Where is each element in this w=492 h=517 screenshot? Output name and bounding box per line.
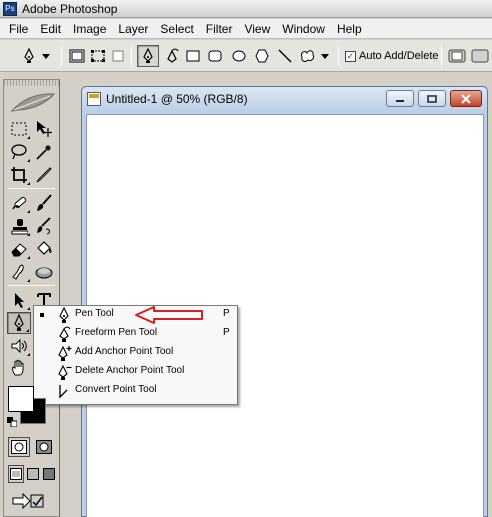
standard-screen-icon[interactable] xyxy=(8,465,24,483)
app-title: Adobe Photoshop xyxy=(22,1,118,16)
ellipse-icon[interactable] xyxy=(229,46,249,66)
path-selection-icon[interactable] xyxy=(7,289,31,311)
chevron-down-icon[interactable] xyxy=(40,46,52,66)
fill-pixels-icon[interactable] xyxy=(108,46,128,66)
pen-preset-icon[interactable] xyxy=(19,46,39,66)
auto-add-delete-label[interactable]: Auto Add/Delete xyxy=(359,50,439,62)
auto-add-delete-checkbox[interactable] xyxy=(345,51,356,62)
photoshop-window: Ps Adobe Photoshop File Edit Image Layer… xyxy=(0,0,492,517)
chevron-down-icon[interactable] xyxy=(319,46,331,66)
brush-tool-icon[interactable] xyxy=(32,192,56,214)
flyout-shortcut: P xyxy=(223,327,230,338)
menu-layer[interactable]: Layer xyxy=(112,19,154,39)
history-brush-icon[interactable] xyxy=(32,215,56,237)
flyout-item-freeform-pen-tool[interactable]: Freeform Pen Tool P xyxy=(34,325,237,344)
tools-separator xyxy=(8,285,55,286)
options-separator xyxy=(131,46,132,66)
feather-logo-icon xyxy=(10,93,56,112)
flyout-label: Freeform Pen Tool xyxy=(75,327,158,338)
rounded-rectangle-icon[interactable] xyxy=(205,46,225,66)
pen-tool-icon[interactable] xyxy=(7,312,31,334)
freeform-pen-icon xyxy=(59,326,71,342)
options-separator xyxy=(61,46,62,66)
freeform-pen-icon[interactable] xyxy=(162,46,182,66)
document-icon xyxy=(87,92,101,106)
magic-wand-icon[interactable] xyxy=(32,141,56,163)
options-separator xyxy=(338,46,339,66)
crop-tool-icon[interactable] xyxy=(7,164,31,186)
convert-point-icon xyxy=(59,385,68,399)
sponge-tool-icon[interactable] xyxy=(32,261,56,283)
polygon-icon[interactable] xyxy=(252,46,272,66)
flyout-label: Add Anchor Point Tool xyxy=(75,346,174,357)
default-colors-icon[interactable] xyxy=(7,416,18,428)
hand-tool-icon[interactable] xyxy=(7,357,31,379)
shape-layers-icon[interactable] xyxy=(67,46,87,66)
menu-bar: File Edit Image Layer Select Filter View… xyxy=(0,19,492,39)
flyout-item-convert-point[interactable]: Convert Point Tool xyxy=(34,382,237,401)
notes-audio-icon[interactable] xyxy=(7,335,31,357)
annotation-arrow-icon xyxy=(135,306,203,324)
selected-bullet-icon xyxy=(40,313,44,317)
marquee-tool-icon[interactable] xyxy=(7,118,31,140)
combine-mode-icon[interactable] xyxy=(470,46,490,66)
lasso-tool-icon[interactable] xyxy=(7,141,31,163)
app-titlebar: Ps Adobe Photoshop xyxy=(0,0,492,18)
flyout-item-delete-anchor-point[interactable]: Delete Anchor Point Tool xyxy=(34,363,237,382)
rectangle-icon[interactable] xyxy=(183,46,203,66)
pen-tool-icon xyxy=(59,307,69,323)
minimize-button[interactable] xyxy=(386,90,414,107)
standard-mode-icon[interactable] xyxy=(8,437,30,457)
paint-bucket-icon[interactable] xyxy=(32,238,56,260)
pen-tool-icon[interactable] xyxy=(137,45,159,67)
full-screen-icon[interactable] xyxy=(41,465,57,483)
flyout-label: Pen Tool xyxy=(75,308,114,319)
menu-view[interactable]: View xyxy=(238,19,276,39)
combine-mode-icon[interactable] xyxy=(447,46,467,66)
maximize-button[interactable] xyxy=(418,90,446,107)
jump-to-imageready-icon[interactable] xyxy=(8,490,48,512)
move-tool-icon[interactable] xyxy=(32,118,56,140)
full-screen-menu-icon[interactable] xyxy=(25,465,41,483)
photoshop-logo-icon: Ps xyxy=(3,1,17,16)
flyout-item-add-anchor-point[interactable]: Add Anchor Point Tool xyxy=(34,344,237,363)
menu-edit[interactable]: Edit xyxy=(34,19,67,39)
menu-window[interactable]: Window xyxy=(276,19,331,39)
menu-file[interactable]: File xyxy=(3,19,34,39)
delete-anchor-point-icon xyxy=(58,364,72,380)
line-icon[interactable] xyxy=(275,46,295,66)
smudge-tool-icon[interactable] xyxy=(7,261,31,283)
clone-stamp-icon[interactable] xyxy=(7,215,31,237)
menu-image[interactable]: Image xyxy=(67,19,112,39)
document-window: Untitled-1 @ 50% (RGB/8) xyxy=(81,86,488,517)
flyout-label: Convert Point Tool xyxy=(75,384,157,395)
options-bar: Auto Add/Delete xyxy=(0,40,492,72)
slice-tool-icon[interactable] xyxy=(32,164,56,186)
flyout-label: Delete Anchor Point Tool xyxy=(75,365,185,376)
menu-filter[interactable]: Filter xyxy=(200,19,239,39)
close-button[interactable] xyxy=(450,90,482,107)
options-separator xyxy=(441,46,442,66)
tools-panel-grip[interactable] xyxy=(4,80,59,86)
menu-select[interactable]: Select xyxy=(154,19,199,39)
flyout-shortcut: P xyxy=(223,308,230,319)
tools-separator xyxy=(8,188,55,189)
foreground-color-swatch[interactable] xyxy=(8,386,34,412)
document-title: Untitled-1 @ 50% (RGB/8) xyxy=(106,92,248,106)
quick-mask-icon[interactable] xyxy=(33,437,55,457)
add-anchor-point-icon xyxy=(58,345,72,361)
eraser-tool-icon[interactable] xyxy=(7,238,31,260)
custom-shape-icon[interactable] xyxy=(297,46,317,66)
paths-icon[interactable] xyxy=(88,46,108,66)
tools-panel xyxy=(3,79,60,517)
healing-brush-icon[interactable] xyxy=(7,192,31,214)
menu-help[interactable]: Help xyxy=(331,19,368,39)
